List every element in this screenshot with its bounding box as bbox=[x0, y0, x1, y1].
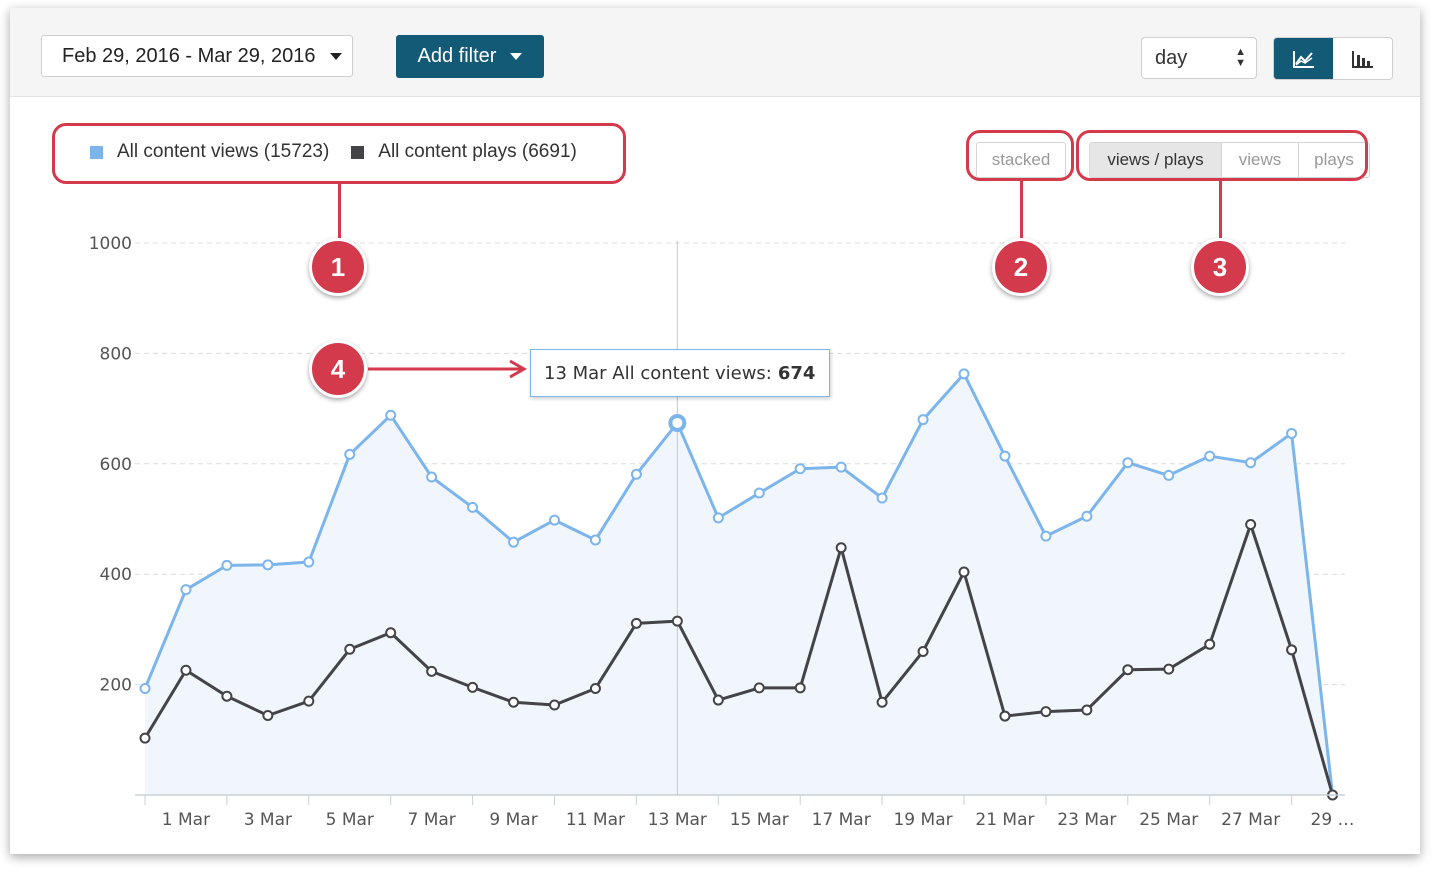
data-point[interactable] bbox=[589, 682, 601, 694]
data-point[interactable] bbox=[139, 732, 151, 744]
data-point[interactable] bbox=[508, 536, 520, 548]
y-tick-label: 200 bbox=[100, 676, 132, 696]
callout-connector-2 bbox=[1020, 181, 1023, 238]
callout-highlight-stacked bbox=[966, 130, 1074, 181]
x-tick-label: 27 Mar bbox=[1221, 810, 1280, 830]
data-point[interactable] bbox=[1122, 664, 1134, 676]
data-point[interactable] bbox=[630, 468, 642, 480]
y-tick-label: 400 bbox=[100, 565, 132, 585]
chart-tooltip: 13 Mar All content views: 674 bbox=[530, 349, 830, 397]
x-tick-label: 7 Mar bbox=[408, 810, 456, 830]
data-point[interactable] bbox=[303, 695, 315, 707]
data-point[interactable] bbox=[1122, 457, 1134, 469]
data-point[interactable] bbox=[1163, 663, 1175, 675]
callout-badge-2: 2 bbox=[992, 238, 1050, 296]
data-point[interactable] bbox=[385, 409, 397, 421]
data-point[interactable] bbox=[426, 665, 438, 677]
screenshot-frame: Feb 29, 2016 - Mar 29, 2016 Add filter d… bbox=[10, 8, 1420, 854]
data-point[interactable] bbox=[1040, 530, 1052, 542]
data-point[interactable] bbox=[712, 694, 724, 706]
callout-badge-1: 1 bbox=[309, 238, 367, 296]
data-point[interactable] bbox=[303, 556, 315, 568]
x-tick-label: 13 Mar bbox=[648, 810, 707, 830]
x-tick-label: 25 Mar bbox=[1139, 810, 1198, 830]
data-point[interactable] bbox=[876, 696, 888, 708]
data-point[interactable] bbox=[958, 566, 970, 578]
data-point[interactable] bbox=[630, 617, 642, 629]
data-point[interactable] bbox=[1286, 427, 1298, 439]
data-point[interactable] bbox=[712, 512, 724, 524]
data-point[interactable] bbox=[958, 368, 970, 380]
x-tick-label: 11 Mar bbox=[566, 810, 625, 830]
x-tick-label: 21 Mar bbox=[975, 810, 1034, 830]
data-point[interactable] bbox=[549, 699, 560, 711]
data-point[interactable] bbox=[1245, 519, 1257, 531]
data-point[interactable] bbox=[876, 492, 888, 504]
callout-arrow-4 bbox=[368, 359, 528, 379]
x-tick-label: 3 Mar bbox=[244, 810, 292, 830]
callout-highlight-segments bbox=[1076, 130, 1368, 181]
y-tick-label: 1000 bbox=[89, 234, 132, 254]
data-point[interactable] bbox=[917, 414, 929, 426]
data-point[interactable] bbox=[1286, 644, 1298, 656]
data-point[interactable] bbox=[262, 710, 274, 722]
tooltip-value: 674 bbox=[777, 362, 816, 384]
callout-badge-3: 3 bbox=[1191, 238, 1249, 296]
data-point[interactable] bbox=[221, 559, 233, 571]
data-point[interactable] bbox=[794, 682, 806, 694]
x-tick-label: 29 … bbox=[1311, 810, 1355, 830]
data-point[interactable] bbox=[139, 682, 151, 694]
data-point[interactable] bbox=[467, 681, 479, 693]
data-point[interactable] bbox=[221, 690, 233, 702]
x-tick-label: 9 Mar bbox=[489, 810, 537, 830]
data-point[interactable] bbox=[753, 487, 765, 499]
data-point[interactable] bbox=[999, 450, 1011, 462]
chart-areas bbox=[145, 373, 1333, 795]
data-point[interactable] bbox=[1040, 706, 1052, 718]
data-point[interactable] bbox=[1081, 704, 1093, 716]
data-point[interactable] bbox=[1163, 469, 1175, 481]
callout-highlight-legend bbox=[52, 123, 626, 184]
x-tick-label: 17 Mar bbox=[812, 810, 871, 830]
x-axis: 1 Mar 3 Mar 5 Mar 7 Mar 9 Mar 11 Mar 13 Mar 15 … bbox=[135, 794, 1355, 830]
series-area-views bbox=[145, 373, 1333, 795]
x-tick-label: 5 Mar bbox=[326, 810, 374, 830]
data-point[interactable] bbox=[385, 627, 397, 639]
data-point[interactable] bbox=[753, 682, 765, 694]
y-axis-labels: 200 400 600 800 1000 bbox=[89, 234, 132, 696]
data-point[interactable] bbox=[426, 471, 438, 483]
callout-connector-3 bbox=[1219, 181, 1222, 238]
data-point[interactable] bbox=[671, 615, 683, 627]
data-point[interactable] bbox=[1081, 510, 1093, 522]
data-point[interactable] bbox=[467, 501, 479, 513]
x-tick-label: 19 Mar bbox=[893, 810, 952, 830]
y-tick-label: 600 bbox=[100, 455, 132, 475]
data-point[interactable] bbox=[508, 696, 520, 708]
x-tick-label: 1 Mar bbox=[162, 810, 210, 830]
data-point[interactable] bbox=[180, 664, 192, 676]
data-point[interactable] bbox=[549, 514, 560, 526]
data-point[interactable] bbox=[589, 534, 601, 546]
y-tick-label: 800 bbox=[100, 344, 132, 364]
data-point[interactable] bbox=[835, 461, 847, 473]
callout-connector-1 bbox=[338, 184, 341, 238]
x-tick-label: 15 Mar bbox=[730, 810, 789, 830]
data-point[interactable] bbox=[1245, 457, 1257, 469]
data-point[interactable] bbox=[262, 559, 274, 571]
tooltip-label: 13 Mar All content views: bbox=[544, 362, 772, 384]
data-point[interactable] bbox=[344, 643, 356, 655]
x-tick-label: 23 Mar bbox=[1057, 810, 1116, 830]
data-point[interactable] bbox=[835, 542, 847, 554]
data-point[interactable] bbox=[1204, 450, 1216, 462]
data-point[interactable] bbox=[1204, 638, 1216, 650]
data-point[interactable] bbox=[668, 413, 687, 432]
data-point[interactable] bbox=[180, 584, 192, 596]
data-point[interactable] bbox=[917, 645, 929, 657]
data-point[interactable] bbox=[999, 710, 1011, 722]
callout-badge-4: 4 bbox=[309, 340, 367, 398]
data-point[interactable] bbox=[794, 463, 806, 475]
data-point[interactable] bbox=[344, 448, 356, 460]
